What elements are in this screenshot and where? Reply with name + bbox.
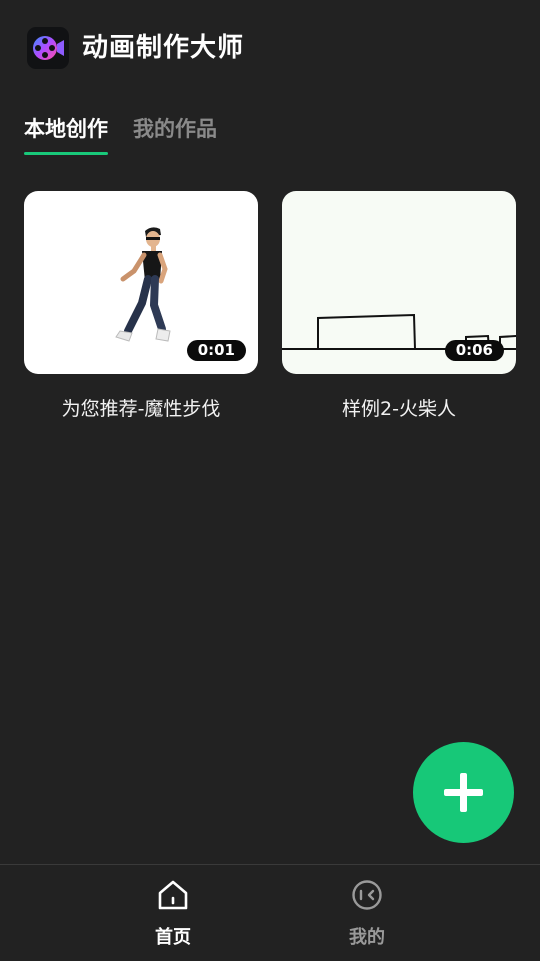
home-icon (158, 880, 188, 910)
project-thumbnail[interactable]: 0:01 (24, 191, 258, 374)
nav-item-home[interactable]: 首页 (113, 865, 233, 961)
duration-badge: 0:01 (186, 340, 246, 361)
nav-item-mine[interactable]: 我的 (307, 865, 427, 961)
tab-local-creation[interactable]: 本地创作 (24, 113, 108, 145)
project-title[interactable]: 样例2-火柴人 (282, 396, 516, 422)
add-project-button[interactable] (413, 742, 514, 843)
nav-label-home: 首页 (155, 927, 191, 948)
duration-badge: 0:06 (444, 340, 504, 361)
project-card-sample2[interactable]: 0:06 样例2-火柴人 (282, 191, 516, 422)
profile-face-icon (352, 880, 382, 910)
app-logo-icon (27, 27, 69, 69)
nav-label-mine: 我的 (349, 927, 385, 948)
tab-my-works[interactable]: 我的作品 (133, 113, 217, 145)
active-tab-indicator (24, 152, 108, 155)
app-title: 动画制作大师 (82, 33, 245, 63)
bottom-navigation: 首页 我的 (0, 864, 540, 961)
project-card-recommended[interactable]: 0:01 为您推荐-魔性步伐 (24, 191, 258, 422)
project-title[interactable]: 为您推荐-魔性步伐 (24, 396, 258, 422)
project-thumbnail[interactable]: 0:06 (282, 191, 516, 374)
app-header: 动画制作大师 (0, 0, 540, 96)
